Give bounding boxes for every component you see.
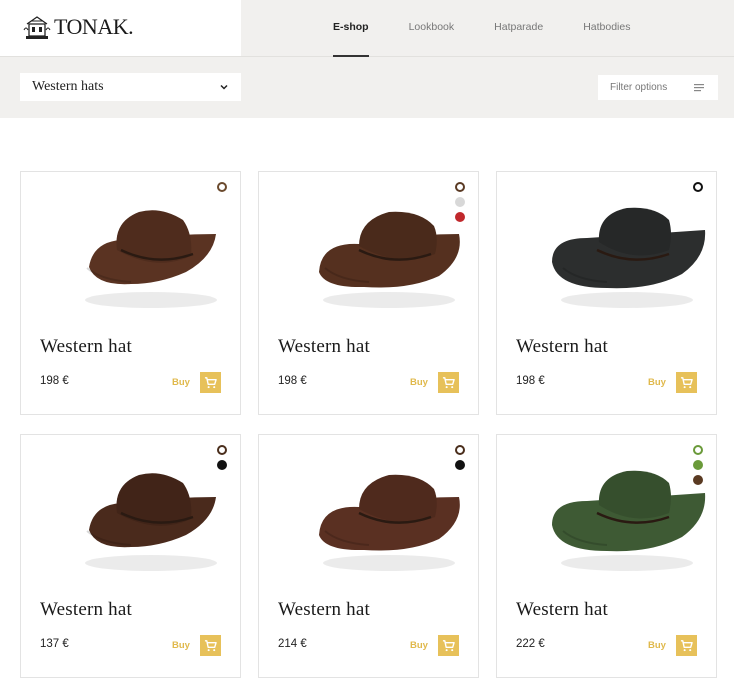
color-swatch[interactable] <box>693 460 703 470</box>
filter-options-label: Filter options <box>610 82 668 93</box>
product-price: 214 € <box>278 638 307 650</box>
color-swatch[interactable] <box>455 182 465 192</box>
buy-link[interactable]: Buy <box>410 640 428 651</box>
castle-emblem-icon <box>23 16 51 39</box>
color-swatch[interactable] <box>455 460 465 470</box>
color-swatch[interactable] <box>217 460 227 470</box>
color-swatch[interactable] <box>217 182 227 192</box>
brand-name: TONAK. <box>54 14 134 39</box>
product-price: 198 € <box>278 375 307 387</box>
cart-icon <box>680 377 693 389</box>
buy-link[interactable]: Buy <box>172 640 190 651</box>
top-navigation-bar: TONAK. E-shop Lookbook Hatparade Hatbodi… <box>0 0 734 57</box>
color-swatches <box>217 445 227 470</box>
product-name[interactable]: Western hat <box>278 336 370 358</box>
hat-image <box>552 207 706 308</box>
product-name[interactable]: Western hat <box>278 599 370 621</box>
product-price: 198 € <box>40 375 69 387</box>
add-to-cart-button[interactable] <box>200 635 221 656</box>
color-swatch[interactable] <box>217 445 227 455</box>
color-swatch[interactable] <box>455 445 465 455</box>
category-select[interactable]: Western hats <box>20 73 241 101</box>
hat-image <box>552 470 706 571</box>
hat-image <box>85 210 217 308</box>
product-card[interactable]: Western hat 198 € Buy <box>258 171 479 415</box>
add-to-cart-button[interactable] <box>438 372 459 393</box>
color-swatch[interactable] <box>693 475 703 485</box>
product-price: 198 € <box>516 375 545 387</box>
cart-icon <box>442 640 455 652</box>
product-card[interactable]: Western hat 214 € Buy <box>258 434 479 678</box>
buy-link[interactable]: Buy <box>172 377 190 388</box>
main-nav: E-shop Lookbook Hatparade Hatbodies <box>333 0 670 57</box>
buy-link[interactable]: Buy <box>648 640 666 651</box>
nav-hatparade[interactable]: Hatparade <box>494 0 543 56</box>
product-card[interactable]: Western hat 198 € Buy <box>20 171 241 415</box>
cart-icon <box>204 640 217 652</box>
filter-options-button[interactable]: Filter options <box>598 75 718 100</box>
color-swatches <box>217 182 227 192</box>
filter-bar: Western hats Filter options <box>0 57 734 118</box>
product-name[interactable]: Western hat <box>40 336 132 358</box>
color-swatches <box>455 182 465 222</box>
color-swatches <box>455 445 465 470</box>
nav-lookbook[interactable]: Lookbook <box>409 0 455 56</box>
product-card[interactable]: Western hat 137 € Buy <box>20 434 241 678</box>
hat-image <box>85 473 217 571</box>
buy-link[interactable]: Buy <box>410 377 428 388</box>
add-to-cart-button[interactable] <box>200 372 221 393</box>
product-card[interactable]: Western hat 222 € Buy <box>496 434 717 678</box>
cart-icon <box>442 377 455 389</box>
hat-image <box>319 211 460 308</box>
color-swatches <box>693 445 703 485</box>
add-to-cart-button[interactable] <box>438 635 459 656</box>
add-to-cart-button[interactable] <box>676 635 697 656</box>
product-name[interactable]: Western hat <box>516 599 608 621</box>
cart-icon <box>680 640 693 652</box>
color-swatch[interactable] <box>693 182 703 192</box>
nav-hatbodies[interactable]: Hatbodies <box>583 0 630 56</box>
product-name[interactable]: Western hat <box>40 599 132 621</box>
filter-lines-icon <box>694 83 704 91</box>
nav-eshop[interactable]: E-shop <box>333 0 369 57</box>
add-to-cart-button[interactable] <box>676 372 697 393</box>
chevron-down-icon <box>220 84 228 90</box>
product-card[interactable]: Western hat 198 € Buy <box>496 171 717 415</box>
color-swatch[interactable] <box>455 212 465 222</box>
cart-icon <box>204 377 217 389</box>
hat-image <box>319 474 460 571</box>
color-swatch[interactable] <box>455 197 465 207</box>
color-swatches <box>693 182 703 192</box>
logo[interactable]: TONAK. <box>0 0 241 56</box>
product-price: 222 € <box>516 638 545 650</box>
buy-link[interactable]: Buy <box>648 377 666 388</box>
product-price: 137 € <box>40 638 69 650</box>
color-swatch[interactable] <box>693 445 703 455</box>
category-select-value: Western hats <box>32 79 104 94</box>
product-name[interactable]: Western hat <box>516 336 608 358</box>
